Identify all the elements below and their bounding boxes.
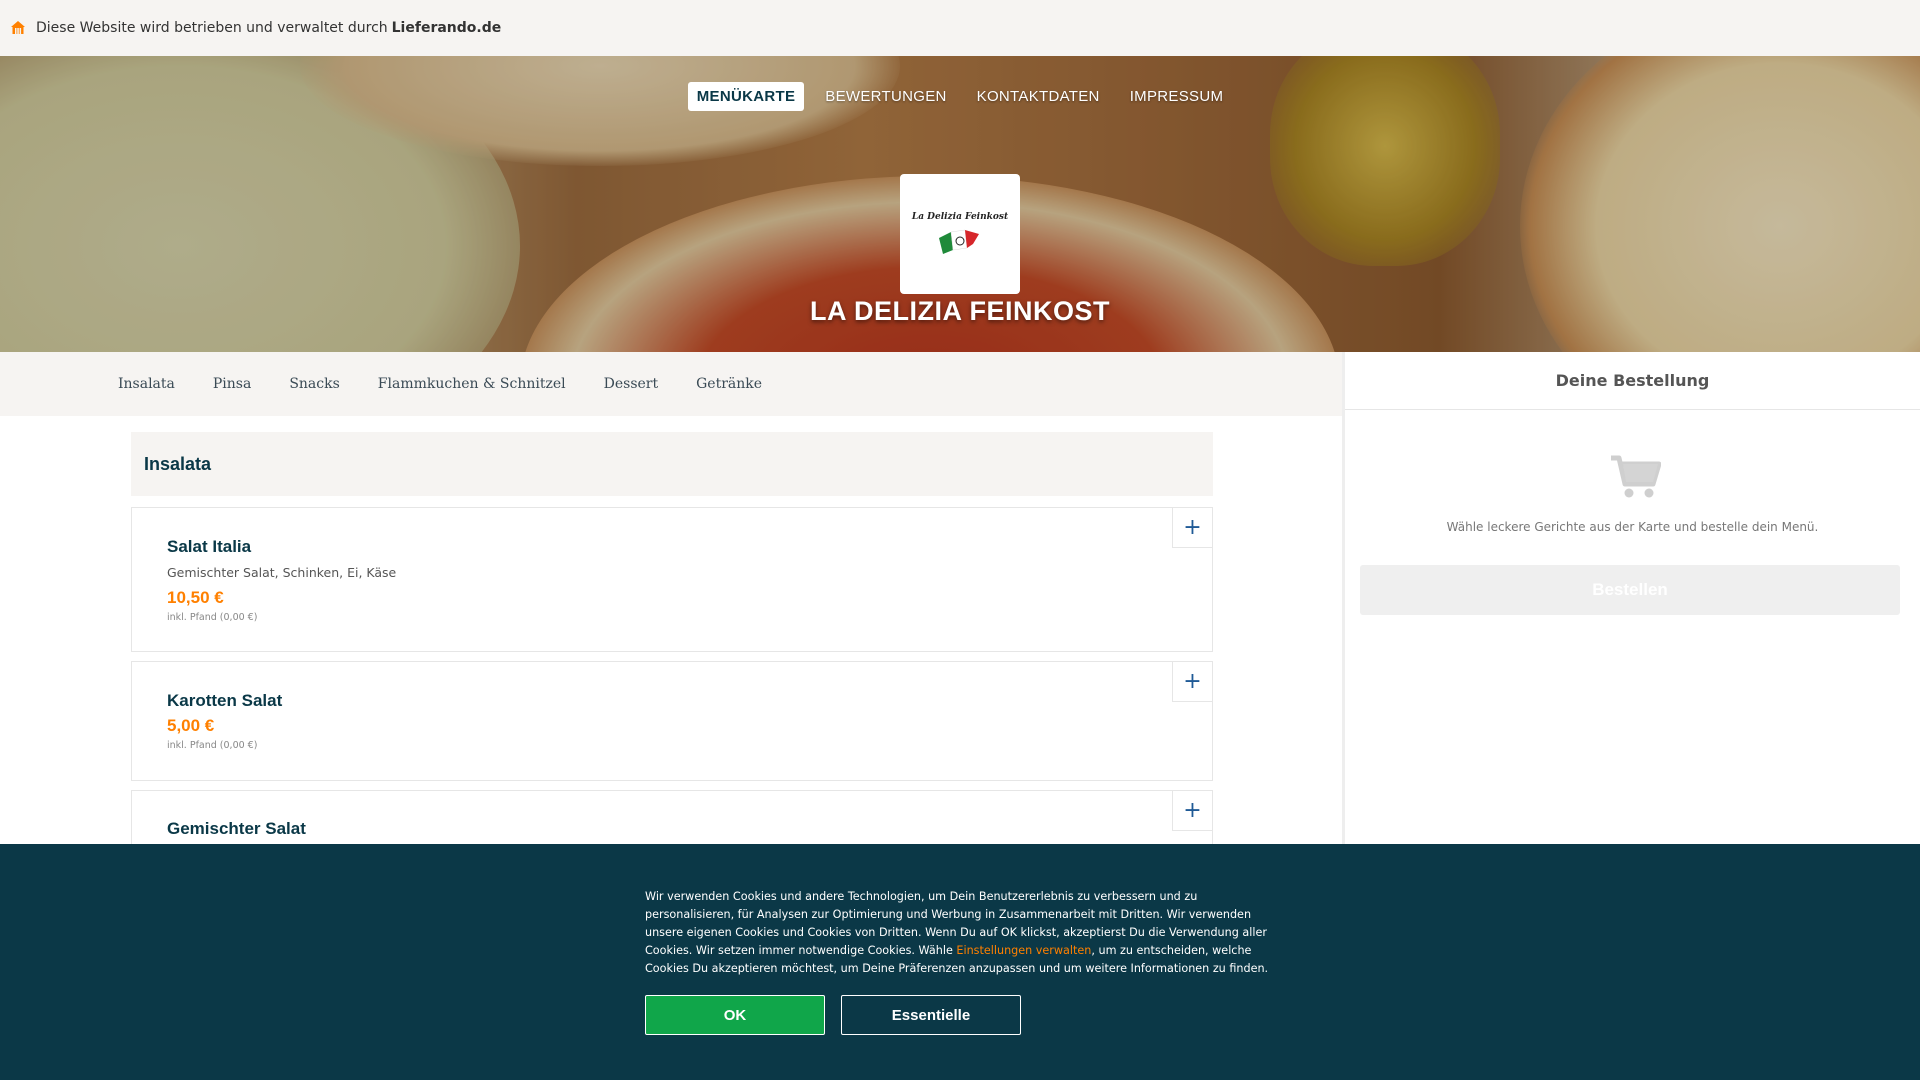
add-item-button[interactable]: +: [1172, 791, 1212, 831]
menu-item-price: 10,50 €: [167, 588, 224, 607]
cookie-text: Wir verwenden Cookies und andere Technol…: [645, 888, 1275, 978]
cookie-essential-button[interactable]: Essentielle: [841, 995, 1021, 1035]
menu-item-description: Gemischter Salat, Schinken, Ei, Käse: [167, 565, 397, 580]
operator-info-text: Diese Website wird betrieben und verwalt…: [36, 20, 388, 36]
shopping-cart-icon: [1609, 452, 1662, 500]
plus-icon: +: [1183, 515, 1202, 540]
nav-impressum[interactable]: IMPRESSUM: [1121, 82, 1233, 111]
cookie-settings-link[interactable]: Einstellungen verwalten: [956, 944, 1091, 957]
cookie-ok-button[interactable]: OK: [645, 995, 825, 1035]
cookie-banner: Wir verwenden Cookies und andere Technol…: [0, 844, 1920, 1080]
order-button[interactable]: Bestellen: [1360, 565, 1900, 615]
add-item-button[interactable]: +: [1172, 508, 1212, 548]
order-title: Deine Bestellung: [1345, 352, 1920, 410]
menu-item-pfand: inkl. Pfand (0,00 €): [167, 612, 258, 623]
menu-item-name: Salat Italia: [167, 537, 252, 556]
category-nav: Insalata Pinsa Snacks Flammkuchen & Schn…: [0, 352, 1342, 416]
nav-menukarte[interactable]: MENÜKARTE: [687, 82, 805, 111]
operator-info-bar: Diese Website wird betrieben und verwalt…: [0, 0, 1920, 56]
section-title: Insalata: [131, 432, 1213, 496]
category-snacks[interactable]: Snacks: [289, 376, 339, 392]
restaurant-name: LA DELIZIA FEINKOST: [810, 296, 1110, 326]
restaurant-logo-text: La Delizia Feinkost: [911, 212, 1009, 222]
menu-item-name: Karotten Salat: [167, 691, 283, 710]
nav-kontaktdaten[interactable]: KONTAKTDATEN: [968, 82, 1109, 111]
main-nav: MENÜKARTE BEWERTUNGEN KONTAKTDATEN IMPRE…: [0, 82, 1920, 111]
category-flammkuchen-schnitzel[interactable]: Flammkuchen & Schnitzel: [378, 376, 566, 392]
lieferando-house-icon: [10, 20, 26, 36]
menu-item-price: 5,00 €: [167, 716, 215, 735]
menu-item[interactable]: Karotten Salat 5,00 € inkl. Pfand (0,00 …: [131, 661, 1213, 781]
plus-icon: +: [1183, 669, 1202, 694]
add-item-button[interactable]: +: [1172, 662, 1212, 702]
nav-bewertungen[interactable]: BEWERTUNGEN: [816, 82, 955, 111]
category-insalata[interactable]: Insalata: [118, 376, 175, 392]
empty-cart-message: Wähle leckere Gerichte aus der Karte und…: [1446, 520, 1819, 534]
plus-icon: +: [1183, 798, 1202, 823]
restaurant-logo: La Delizia Feinkost: [900, 174, 1020, 294]
category-dessert[interactable]: Dessert: [604, 376, 658, 392]
operator-brand-link[interactable]: Lieferando.de: [392, 20, 502, 36]
category-getraenke[interactable]: Getränke: [696, 376, 762, 392]
menu-item-name: Gemischter Salat: [167, 819, 306, 838]
italy-flag-icon: [939, 229, 979, 254]
category-pinsa[interactable]: Pinsa: [213, 376, 251, 392]
menu-item[interactable]: Salat Italia Gemischter Salat, Schinken,…: [131, 507, 1213, 652]
menu-item-pfand: inkl. Pfand (0,00 €): [167, 740, 258, 751]
